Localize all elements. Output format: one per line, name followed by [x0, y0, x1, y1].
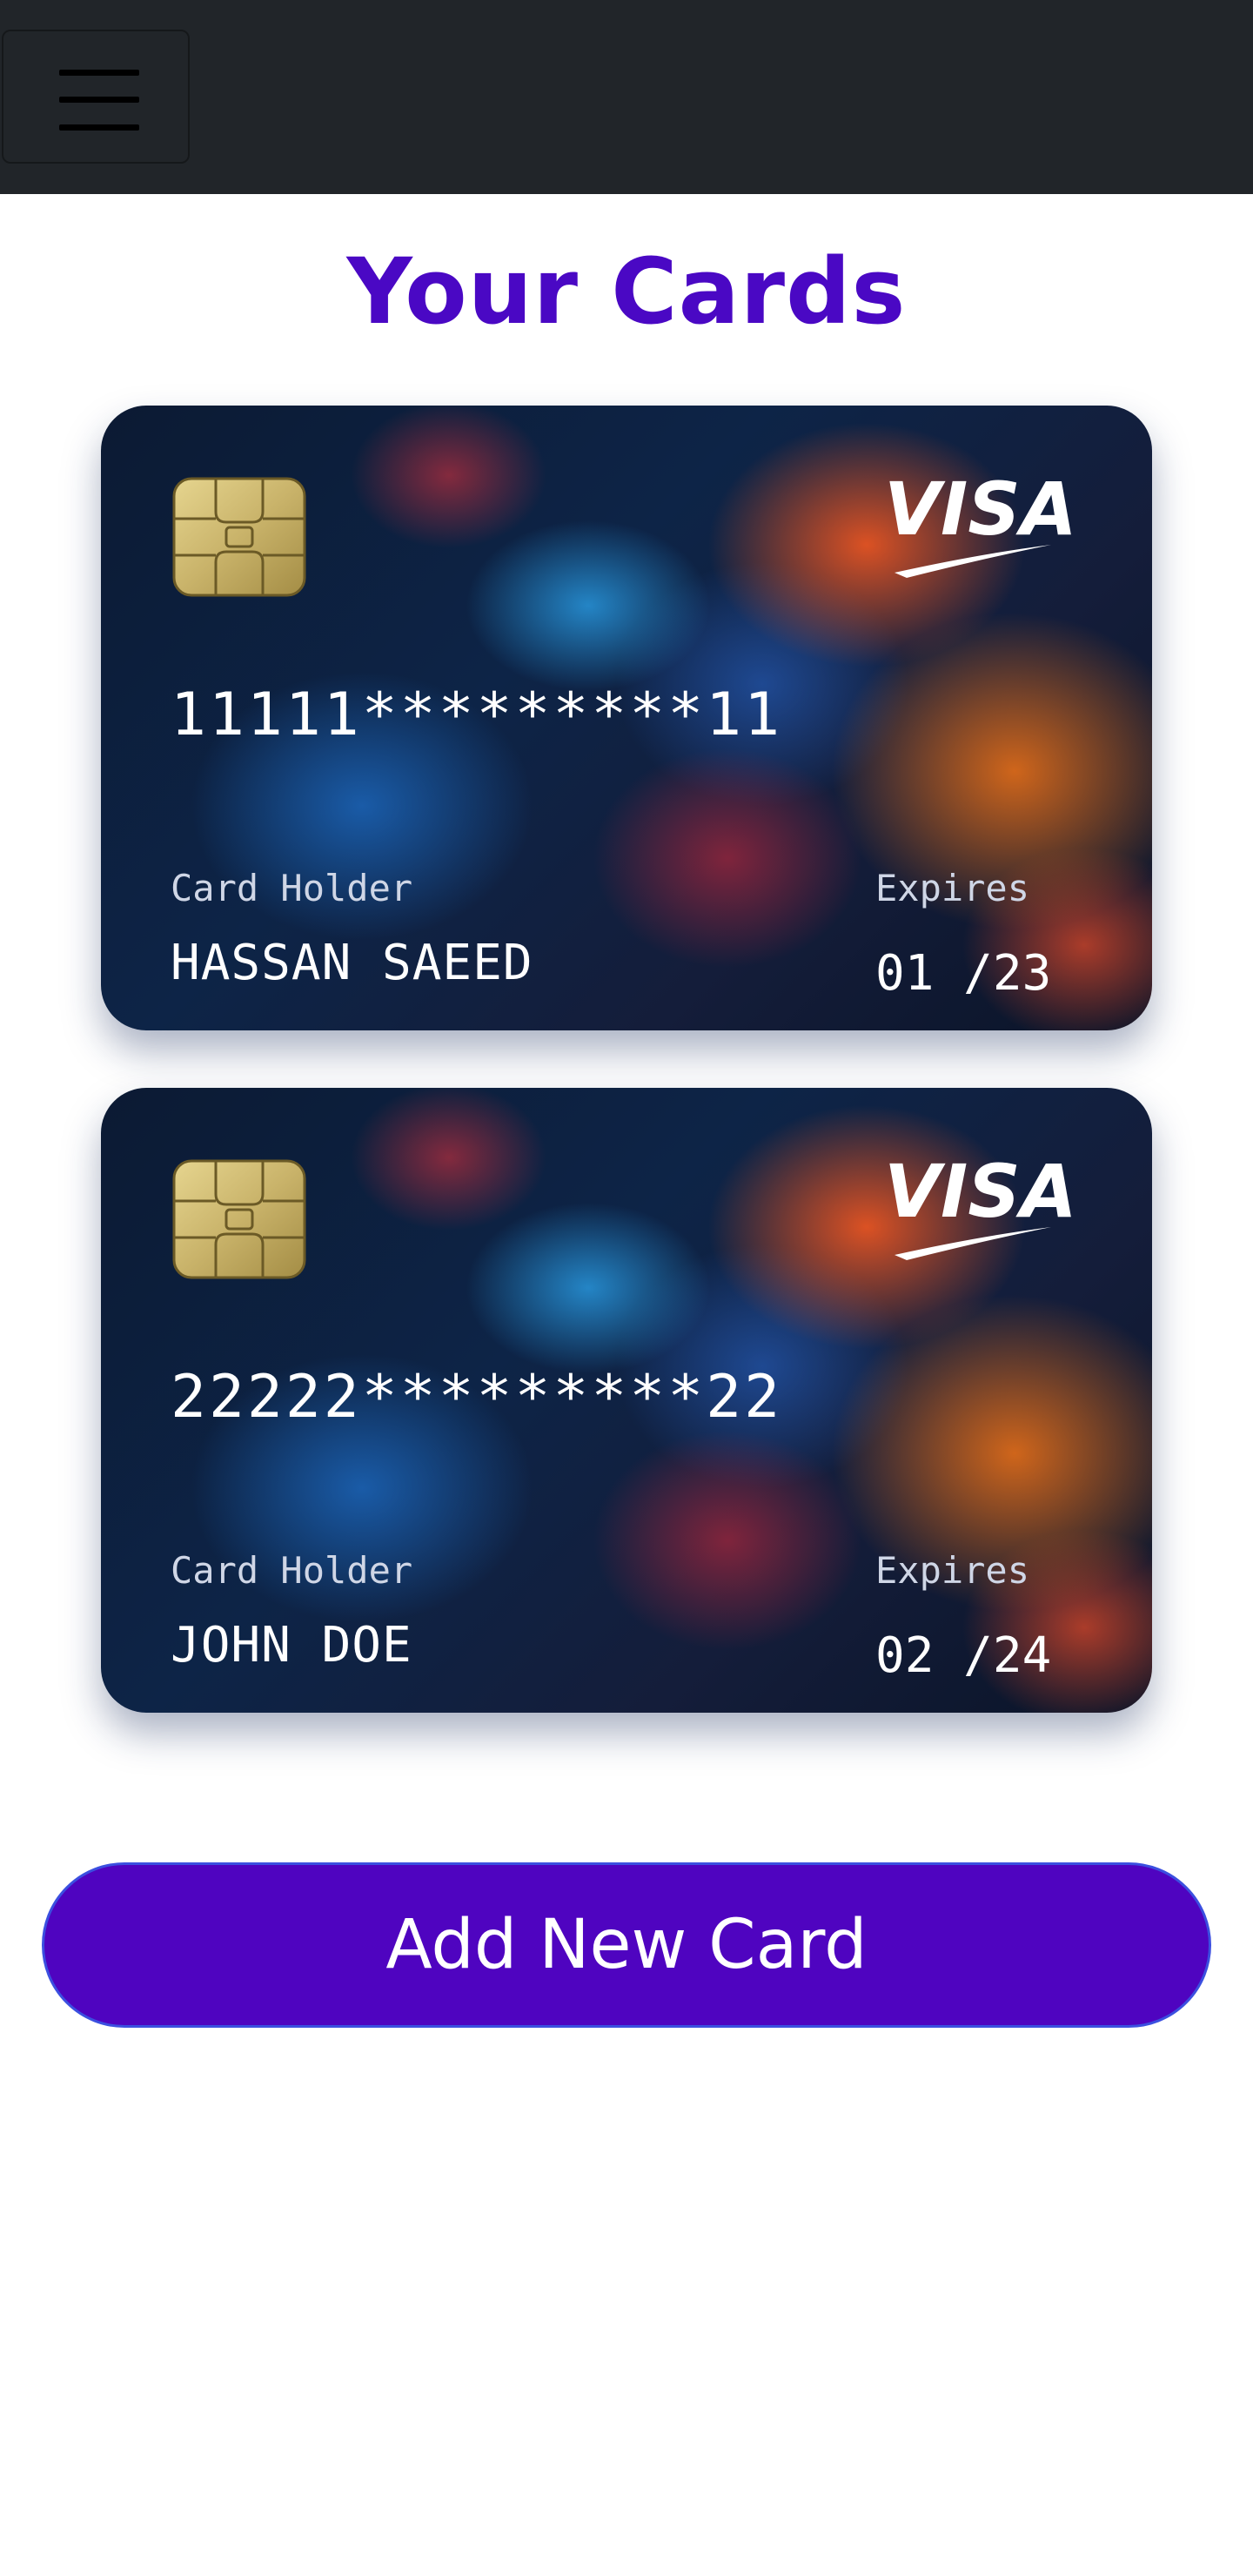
card-number: 22222*********22 — [171, 1363, 783, 1432]
page-title: Your Cards — [346, 238, 907, 345]
svg-text:VISA: VISA — [884, 1149, 1077, 1234]
expires-label: Expires — [875, 867, 1030, 909]
visa-logo: VISA — [884, 466, 1077, 578]
expiry-date: 02 /24 — [875, 1627, 1052, 1684]
chip-icon — [172, 477, 306, 597]
card-holder-name: HASSAN SAEED — [171, 935, 533, 991]
credit-card[interactable]: VISA 22222*********22 Card Holder JOHN D… — [101, 1088, 1152, 1713]
chip-icon — [172, 1159, 306, 1279]
card-holder-label: Card Holder — [171, 1549, 413, 1592]
card-holder-label: Card Holder — [171, 867, 413, 909]
menu-toggle-button[interactable] — [2, 30, 190, 164]
top-navbar — [0, 0, 1253, 194]
card-number: 11111*********11 — [171, 681, 783, 749]
visa-logo: VISA — [884, 1149, 1077, 1260]
svg-text:VISA: VISA — [884, 466, 1077, 552]
expiry-date: 01 /23 — [875, 945, 1052, 1002]
expires-label: Expires — [875, 1549, 1030, 1592]
add-new-card-button[interactable]: Add New Card — [42, 1862, 1211, 2028]
card-holder-name: JOHN DOE — [171, 1617, 412, 1674]
credit-card[interactable]: VISA 11111*********11 Card Holder HASSAN… — [101, 406, 1152, 1030]
hamburger-icon — [59, 70, 139, 131]
